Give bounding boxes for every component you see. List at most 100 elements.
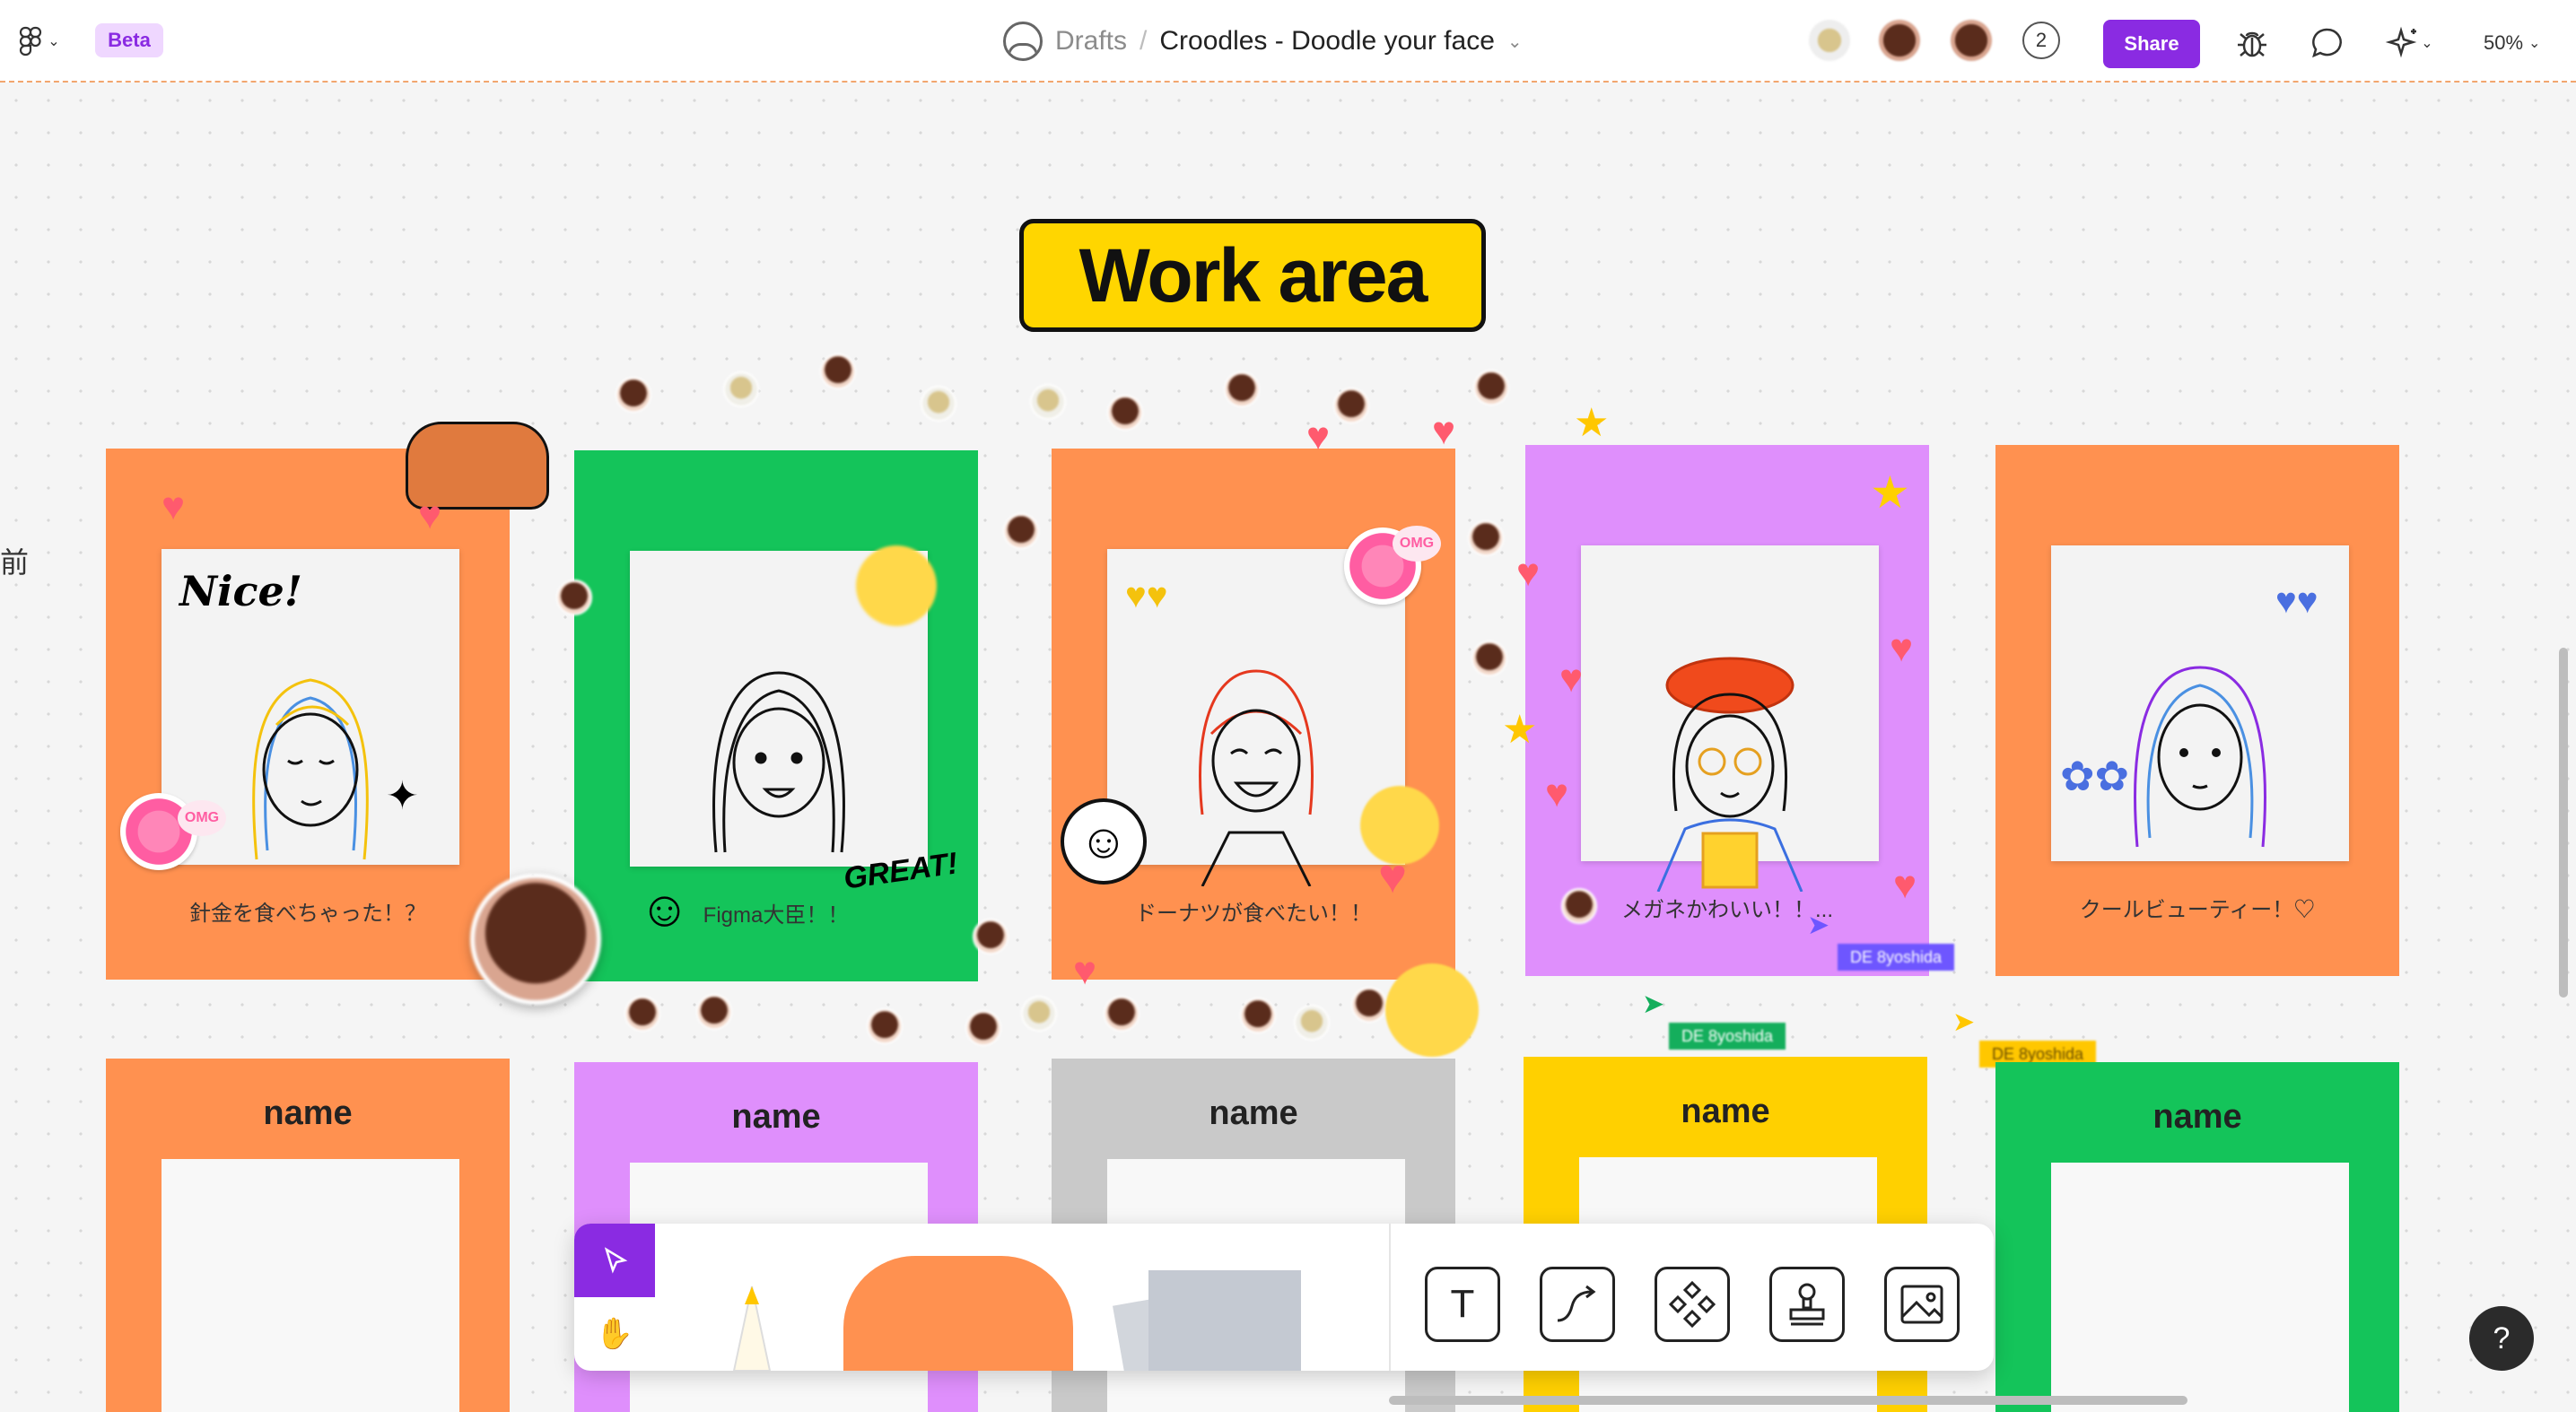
help-button[interactable]: ?: [2469, 1306, 2534, 1371]
photo-frame[interactable]: ♥♥ ✿✿ クールビューティー！♡: [1995, 445, 2399, 976]
chevron-down-icon: ⌄: [2528, 36, 2541, 51]
component-tool-button[interactable]: [1655, 1267, 1730, 1342]
breadcrumb[interactable]: Drafts / Croodles - Doodle your face ⌄: [1003, 18, 1523, 65]
star-sticker-icon[interactable]: ★: [1870, 466, 1910, 519]
sparkle-ai-icon: [2385, 26, 2417, 58]
bottom-toolbar: ✋ T: [574, 1224, 1994, 1371]
collaborator-avatar[interactable]: [1879, 20, 1920, 61]
offscreen-text-fragment: 前: [0, 546, 30, 579]
flowers-sticker-icon[interactable]: ✿✿: [2060, 752, 2129, 800]
doodle-face: [252, 678, 369, 860]
doodle-photo[interactable]: ♥♥ ✿✿: [2051, 545, 2349, 861]
user-avatar-icon: [1003, 22, 1043, 61]
name-card-photo[interactable]: [162, 1159, 459, 1412]
bug-icon[interactable]: [2231, 22, 2274, 65]
pencil-tool-button[interactable]: [707, 1251, 797, 1371]
ai-actions-button[interactable]: ⌄: [2378, 22, 2441, 65]
doodle-photo[interactable]: [1581, 545, 1879, 892]
smiley-outline-sticker-icon[interactable]: ☺: [1061, 798, 1147, 885]
breadcrumb-separator: /: [1140, 26, 1148, 56]
star-reaction-icon: ★: [1574, 401, 1610, 445]
collaborator-cursor-tag: DE 8yoshida: [1838, 944, 1955, 971]
star-reaction-icon: ★: [1502, 708, 1538, 752]
comment-icon[interactable]: [2306, 22, 2349, 65]
sticky-note-tool-button[interactable]: [1113, 1261, 1301, 1371]
frame-caption[interactable]: 針金を食べちゃった！？: [106, 895, 510, 927]
doodle-face: [1199, 669, 1314, 886]
collaborator-count-badge[interactable]: 2: [2022, 22, 2060, 59]
name-label[interactable]: name: [106, 1094, 510, 1133]
nice-sticker[interactable]: Nice!: [179, 567, 302, 615]
stamp-icon: [1789, 1283, 1825, 1326]
doodle-face: [712, 671, 845, 853]
reaction-avatar: [624, 996, 660, 1032]
hand-tool-button[interactable]: ✋: [574, 1297, 655, 1371]
heart-eyes-emoji-icon: [1385, 963, 1479, 1057]
collaborator-avatar[interactable]: [1951, 20, 1992, 61]
doodle-face: [2134, 666, 2266, 848]
sparkle-sticker-icon[interactable]: ✦: [386, 773, 419, 819]
main-menu-button[interactable]: ⌄: [13, 23, 66, 59]
figma-logo-icon: [20, 26, 42, 57]
smiley-sticker-icon[interactable]: ☺: [639, 879, 690, 937]
reaction-avatar: [973, 919, 1009, 954]
chevron-down-icon: ⌄: [48, 34, 60, 49]
reaction-avatar: [1561, 888, 1597, 924]
name-card-photo[interactable]: [2051, 1163, 2349, 1412]
breadcrumb-drafts[interactable]: Drafts: [1055, 26, 1127, 57]
shape-tool-button[interactable]: [843, 1256, 1073, 1371]
image-tool-button[interactable]: [1884, 1267, 1960, 1342]
canvas[interactable]: 前 Work area Nice! ✦ 針金を食べちゃった！？ OMG Figm…: [0, 84, 2576, 1412]
hearts-sticker-icon[interactable]: ♥♥: [2275, 581, 2318, 622]
omg-sticker[interactable]: OMG: [1393, 526, 1441, 562]
heart-eyes-emoji-icon: [856, 545, 937, 626]
beta-badge: Beta: [95, 23, 163, 57]
collaborator-cursor-tag: DE 8yoshida: [1669, 1023, 1786, 1050]
cursor-arrow-icon: ➤: [1642, 989, 1665, 1019]
horizontal-scrollbar[interactable]: [1389, 1396, 2187, 1405]
heart-reaction-icon: ♥: [1890, 626, 1914, 670]
chevron-down-icon[interactable]: ⌄: [1507, 31, 1523, 53]
large-avatar-sticker[interactable]: [470, 874, 601, 1005]
stamp-tool-button[interactable]: [1769, 1267, 1845, 1342]
frame-caption[interactable]: Figma大臣！！: [574, 897, 978, 928]
share-button[interactable]: Share: [2103, 20, 2200, 68]
cursor-arrow-icon: [604, 1247, 628, 1274]
doodle-face: [1656, 657, 1803, 892]
vertical-scrollbar[interactable]: [2559, 648, 2568, 998]
collaborator-avatar[interactable]: [1809, 20, 1850, 61]
name-label[interactable]: name: [1524, 1093, 1927, 1131]
hearts-sticker-icon[interactable]: ♥♥: [1125, 576, 1168, 616]
name-card[interactable]: name: [1995, 1062, 2399, 1412]
name-label[interactable]: name: [574, 1098, 978, 1137]
name-card[interactable]: name: [106, 1059, 510, 1412]
heart-reaction-icon: ♥: [1545, 771, 1569, 815]
cursor-arrow-icon: ➤: [1807, 911, 1830, 940]
sticky-note-icon: [1148, 1270, 1301, 1371]
connector-tool-button[interactable]: [1540, 1267, 1615, 1342]
name-label[interactable]: name: [1995, 1098, 2399, 1137]
section-title[interactable]: Work area: [1019, 219, 1486, 332]
toolbar-divider: [1389, 1224, 1391, 1371]
reaction-avatar: [1104, 996, 1140, 1032]
name-label[interactable]: name: [1052, 1094, 1455, 1133]
file-name[interactable]: Croodles - Doodle your face: [1159, 26, 1495, 57]
zoom-menu[interactable]: 50% ⌄: [2484, 27, 2540, 59]
heart-reaction-icon: ♥: [1073, 949, 1097, 993]
omg-sticker[interactable]: OMG: [178, 800, 226, 836]
reaction-avatar: [1021, 996, 1057, 1032]
reaction-avatar: [965, 1010, 1001, 1046]
reaction-avatar: [867, 1008, 903, 1044]
reaction-avatar: [723, 371, 759, 407]
chevron-down-icon: ⌄: [2421, 36, 2433, 51]
reaction-avatar: [1468, 520, 1504, 556]
move-tool-button[interactable]: [574, 1224, 655, 1297]
reaction-avatar: [1224, 371, 1260, 407]
text-tool-button[interactable]: T: [1425, 1267, 1500, 1342]
heart-reaction-icon: ♥: [1516, 551, 1541, 595]
frame-caption[interactable]: クールビューティー！♡: [1995, 892, 2399, 923]
connector-icon: [1557, 1285, 1596, 1322]
top-bar: ⌄ Beta Drafts / Croodles - Doodle your f…: [0, 0, 2576, 83]
photo-frame[interactable]: Figma大臣！！ GREAT! ☺: [574, 450, 978, 981]
reaction-avatar: [1351, 987, 1387, 1023]
